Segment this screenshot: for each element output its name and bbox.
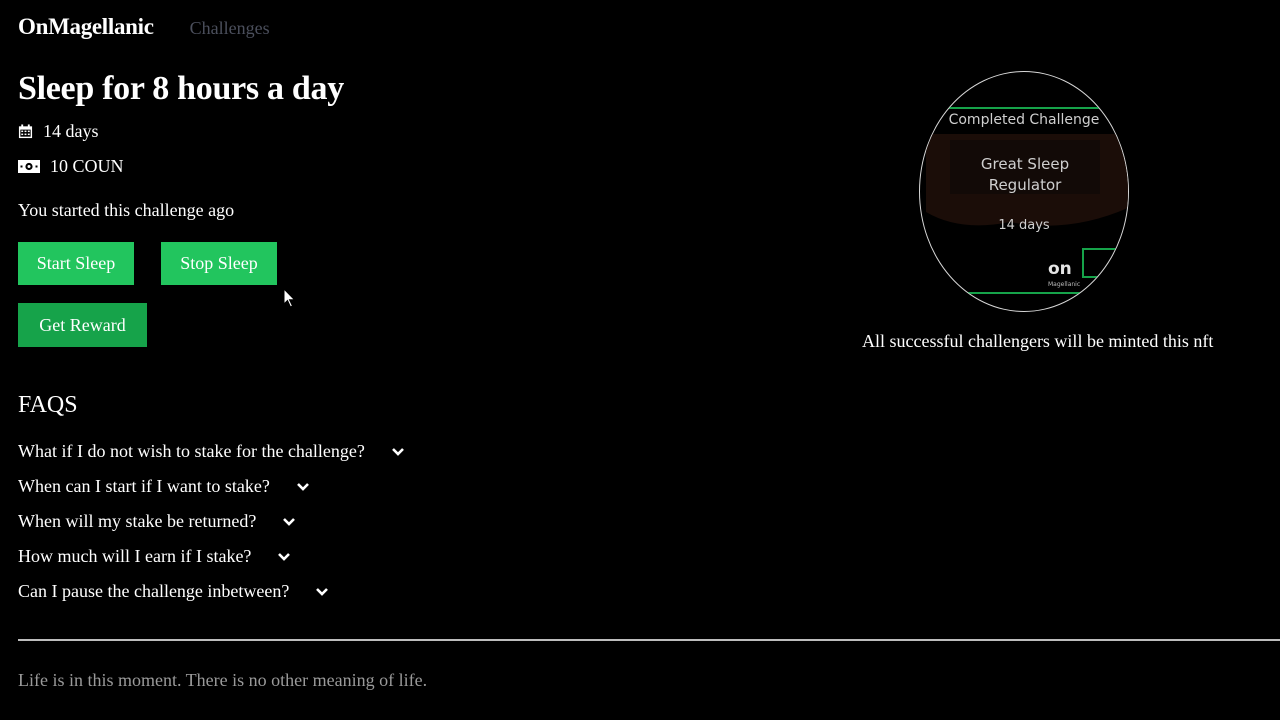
challenge-title: Sleep for 8 hours a day [18, 70, 344, 107]
top-nav: OnMagellanic Challenges [18, 14, 270, 40]
faq-item[interactable]: When can I start if I want to stake? [18, 476, 310, 497]
chevron-down-icon[interactable] [282, 517, 296, 527]
nft-header: Completed Challenge [948, 112, 1100, 128]
brand-logo[interactable]: OnMagellanic [18, 14, 154, 40]
faq-item[interactable]: What if I do not wish to stake for the c… [18, 441, 405, 462]
nft-logo-subtext: Magellanic [1048, 281, 1081, 288]
start-sleep-button[interactable]: Start Sleep [18, 242, 134, 285]
chevron-down-icon[interactable] [277, 552, 291, 562]
challenge-reward: 10 COUN [18, 156, 124, 177]
reward-text: 10 COUN [50, 156, 124, 176]
faq-question: How much will I earn if I stake? [18, 546, 252, 566]
faqs-heading: FAQS [18, 392, 78, 418]
nft-days: 14 days [998, 218, 1050, 233]
chevron-down-icon[interactable] [296, 482, 310, 492]
faq-item[interactable]: Can I pause the challenge inbetween? [18, 581, 329, 602]
footer-quote: Life is in this moment. There is no othe… [18, 670, 428, 690]
chevron-down-icon[interactable] [391, 447, 405, 457]
faq-question: Can I pause the challenge inbetween? [18, 581, 290, 601]
faq-item[interactable]: How much will I earn if I stake? [18, 546, 291, 567]
nft-logo: on [1048, 259, 1072, 279]
mouse-pointer-icon [283, 288, 296, 308]
nav-link-challenges[interactable]: Challenges [190, 18, 270, 39]
challenge-duration: 14 days [18, 121, 99, 142]
faq-question: When can I start if I want to stake? [18, 476, 270, 496]
money-icon [18, 160, 40, 173]
get-reward-button[interactable]: Get Reward [18, 303, 147, 347]
duration-text: 14 days [43, 121, 99, 141]
faq-item[interactable]: When will my stake be returned? [18, 511, 296, 532]
nft-badge-image: Completed Challenge Great Sleep Regulato… [919, 71, 1129, 312]
faq-question: When will my stake be returned? [18, 511, 257, 531]
challenge-status: You started this challenge ago [18, 200, 235, 220]
nft-name: Great Sleep Regulator [980, 155, 1070, 194]
stop-sleep-button[interactable]: Stop Sleep [161, 242, 277, 285]
footer-divider [18, 639, 1280, 641]
nft-caption: All successful challengers will be minte… [862, 331, 1214, 351]
faq-question: What if I do not wish to stake for the c… [18, 441, 365, 461]
chevron-down-icon[interactable] [315, 587, 329, 597]
calendar-icon [18, 124, 33, 139]
